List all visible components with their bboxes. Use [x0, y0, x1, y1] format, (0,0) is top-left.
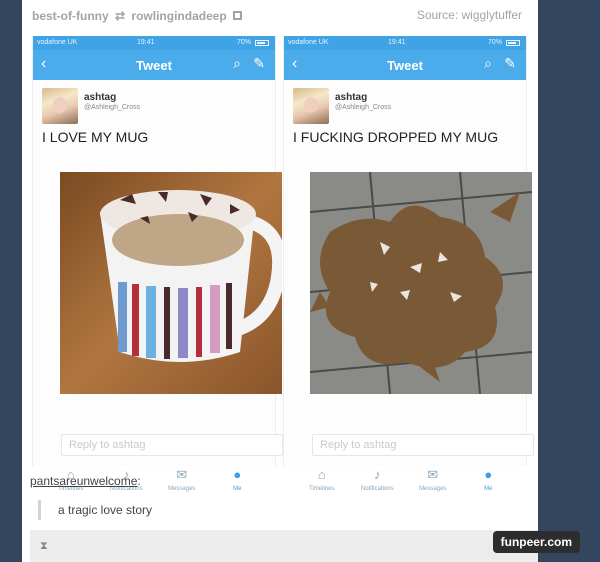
tweet-text: I LOVE MY MUG: [42, 129, 149, 145]
source-blog-link[interactable]: best-of-funny: [32, 9, 109, 23]
home-icon: ⌂: [317, 467, 326, 482]
envelope-icon: ✉: [176, 467, 188, 482]
tab-label: Timelines: [309, 486, 335, 492]
tab-me[interactable]: ● Me: [212, 466, 262, 502]
reblog-trail: best-of-funny ⇄ rowlingindadeep: [32, 8, 243, 23]
tab-messages[interactable]: ✉ Messages: [157, 466, 207, 502]
tab-me[interactable]: ● Me: [463, 466, 513, 502]
tweet-author: ashtag @Ashleigh_Cross: [284, 80, 526, 128]
battery-percent: 70%: [487, 39, 502, 46]
tab-label: Me: [484, 486, 493, 492]
watermark: funpeer.com: [492, 531, 580, 553]
username[interactable]: ashtag: [84, 92, 116, 103]
colon: :: [137, 474, 141, 488]
battery-percent: 70%: [236, 39, 251, 46]
hourglass-icon: ⧗: [40, 540, 48, 552]
spilled-coffee-photo[interactable]: [310, 172, 532, 394]
envelope-icon: ✉: [427, 467, 439, 482]
tab-label: Me: [233, 486, 242, 492]
person-icon: ●: [484, 467, 493, 482]
avatar[interactable]: [42, 88, 78, 124]
compose-icon[interactable]: ✎: [504, 55, 516, 72]
tweet-navbar: ‹ Tweet ⌕ ✎: [33, 50, 275, 80]
tab-label: Notifications: [360, 486, 394, 492]
carrier-label: vodafone UK: [37, 39, 78, 46]
reblog-icon: ⇄: [115, 8, 126, 23]
mug-image: [60, 172, 282, 394]
reblogger-link[interactable]: rowlingindadeep: [131, 9, 226, 23]
clock: 19:41: [137, 39, 155, 46]
source-credit[interactable]: Source: wigglytuffer: [417, 8, 522, 22]
tab-label: Messages: [419, 486, 447, 492]
search-icon[interactable]: ⌕: [484, 55, 492, 72]
commenter-link[interactable]: pantsareunwelcome: [30, 474, 137, 488]
search-icon[interactable]: ⌕: [233, 55, 241, 72]
post-card: best-of-funny ⇄ rowlingindadeep Source: …: [22, 0, 538, 562]
reblog-comment: pantsareunwelcome:: [30, 474, 141, 488]
username[interactable]: ashtag: [335, 92, 367, 103]
tab-notifications[interactable]: ♪ Notifications: [352, 466, 402, 502]
bell-icon: ♪: [374, 467, 381, 482]
spilled-mug-image: [310, 172, 532, 394]
carrier-label: vodafone UK: [288, 39, 329, 46]
post-header: best-of-funny ⇄ rowlingindadeep Source: …: [32, 6, 528, 24]
tab-label: Messages: [168, 486, 196, 492]
person-icon: ●: [233, 467, 242, 482]
clock: 19:41: [388, 39, 406, 46]
reply-input[interactable]: Reply to ashtag: [312, 434, 534, 456]
tweet-text: I FUCKING DROPPED MY MUG: [293, 129, 499, 145]
avatar[interactable]: [293, 88, 329, 124]
battery-icon: [506, 40, 520, 46]
post-footer: ⧗: [30, 530, 538, 562]
compose-icon[interactable]: ✎: [253, 55, 265, 72]
mug-photo[interactable]: [60, 172, 282, 394]
follow-square-icon[interactable]: [233, 11, 243, 21]
battery-icon: [255, 40, 269, 46]
bottom-tab-bar: ⌂ Timelines ♪ Notifications ✉ Messages ●…: [284, 466, 526, 502]
status-bar: vodafone UK 19:41 70%: [33, 36, 275, 50]
tab-messages[interactable]: ✉ Messages: [408, 466, 458, 502]
tweet-author: ashtag @Ashleigh_Cross: [33, 80, 275, 128]
comment-quote: a tragic love story: [38, 500, 152, 520]
user-handle: @Ashleigh_Cross: [84, 104, 141, 111]
tweet-navbar: ‹ Tweet ⌕ ✎: [284, 50, 526, 80]
user-handle: @Ashleigh_Cross: [335, 104, 392, 111]
tab-timelines[interactable]: ⌂ Timelines: [297, 466, 347, 502]
status-bar: vodafone UK 19:41 70%: [284, 36, 526, 50]
reply-input[interactable]: Reply to ashtag: [61, 434, 283, 456]
